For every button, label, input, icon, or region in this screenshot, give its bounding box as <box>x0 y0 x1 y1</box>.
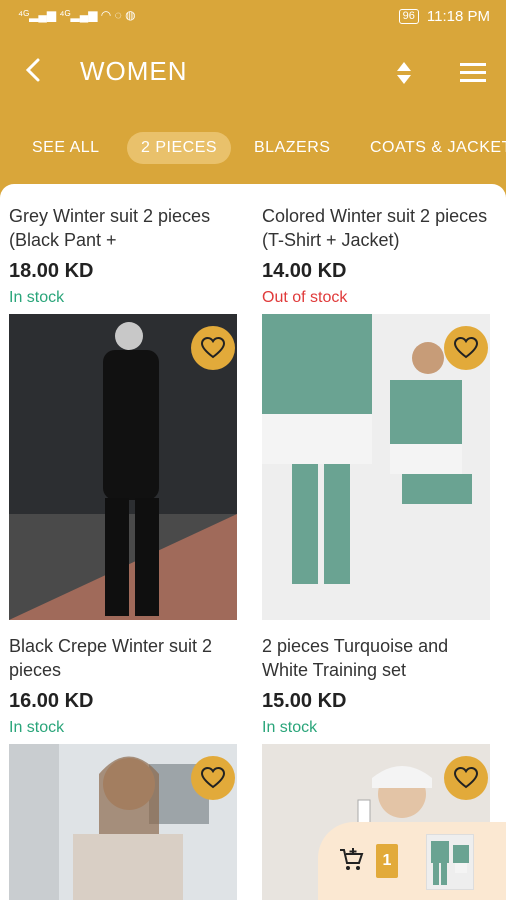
heart-icon <box>201 337 225 359</box>
product-card[interactable]: Black Crepe Winter suit 2 pieces 16.00 K… <box>9 634 239 900</box>
stock-status: Out of stock <box>262 289 348 306</box>
heart-icon <box>201 767 225 789</box>
product-title: 2 pieces Turquoise and White Training se… <box>262 636 449 680</box>
stock-status: In stock <box>262 719 318 736</box>
tab-2-pieces[interactable]: 2 PIECES <box>127 132 232 164</box>
tab-blazers[interactable]: BLAZERS <box>254 132 330 164</box>
product-image[interactable] <box>9 744 237 900</box>
favorite-button[interactable] <box>444 756 488 800</box>
product-image[interactable] <box>9 314 237 620</box>
product-price: 14.00 KD <box>262 260 347 282</box>
product-grid: Grey Winter suit 2 pieces (Black Pant + … <box>0 184 506 900</box>
battery-indicator: 96 <box>398 9 419 24</box>
product-title: Black Crepe Winter suit 2 pieces <box>9 636 213 680</box>
menu-icon[interactable] <box>458 60 488 84</box>
sort-icon[interactable] <box>392 60 416 86</box>
back-arrow-icon[interactable] <box>18 54 50 86</box>
favorite-button[interactable] <box>191 326 235 370</box>
status-icons: ⁴ᴳ▂▄▆ ⁴ᴳ▂▄▆ ◠ ◌ ◍ <box>18 8 136 22</box>
status-time: 11:18 PM <box>426 8 490 25</box>
stock-status: In stock <box>9 289 65 306</box>
tab-coats-jackets[interactable]: COATS & JACKETS <box>370 132 506 164</box>
stock-status: In stock <box>9 719 65 736</box>
product-card[interactable]: Grey Winter suit 2 pieces (Black Pant + … <box>9 204 239 620</box>
tab-see-all[interactable]: SEE ALL <box>32 132 100 164</box>
cart-item-thumbnail[interactable] <box>426 834 474 890</box>
app-bar: WOMEN <box>0 34 506 114</box>
status-bar: ⁴ᴳ▂▄▆ ⁴ᴳ▂▄▆ ◠ ◌ ◍ 96 11:18 PM <box>0 0 506 34</box>
heart-icon <box>454 337 478 359</box>
favorite-button[interactable] <box>444 326 488 370</box>
product-card[interactable]: 2 pieces Turquoise and White Training se… <box>262 634 492 900</box>
favorite-button[interactable] <box>191 756 235 800</box>
status-right: 96 11:18 PM <box>398 8 490 25</box>
product-price: 18.00 KD <box>9 260 94 282</box>
product-price: 16.00 KD <box>9 690 94 712</box>
product-title: Colored Winter suit 2 pieces (T-Shirt + … <box>262 206 488 250</box>
category-tabs: SEE ALL 2 PIECES BLAZERS COATS & JACKETS <box>0 128 506 168</box>
product-price: 15.00 KD <box>262 690 347 712</box>
product-title: Grey Winter suit 2 pieces (Black Pant + <box>9 206 211 250</box>
page-title: WOMEN <box>80 56 188 86</box>
cart-count-badge: 1 <box>376 844 398 878</box>
product-card[interactable]: Colored Winter suit 2 pieces (T-Shirt + … <box>262 204 492 620</box>
cart-add-icon[interactable] <box>338 846 364 872</box>
network-indicators: ⁴ᴳ▂▄▆ ⁴ᴳ▂▄▆ ◠ ◌ ◍ <box>18 8 136 22</box>
product-image[interactable] <box>262 314 490 620</box>
heart-icon <box>454 767 478 789</box>
